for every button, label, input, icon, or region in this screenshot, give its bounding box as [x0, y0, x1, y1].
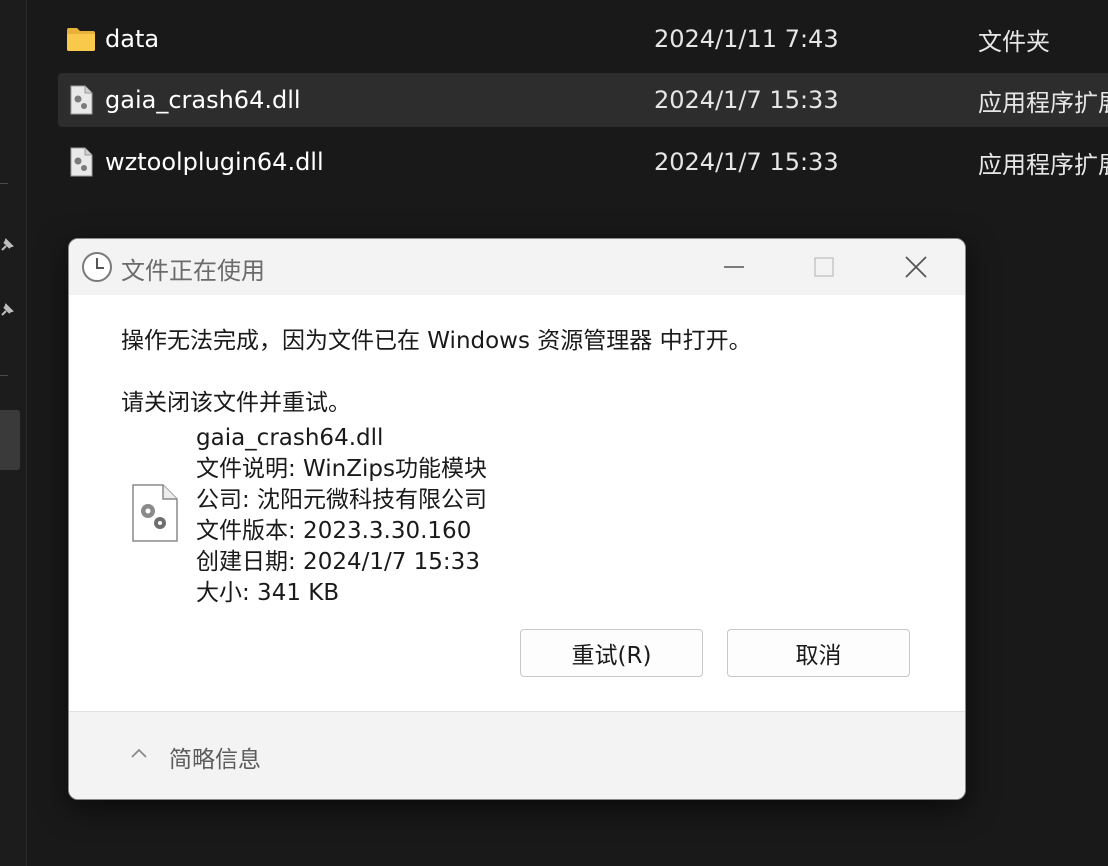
pin-icon[interactable] — [0, 303, 14, 317]
info-file-name: gaia_crash64.dll — [196, 425, 384, 451]
file-date: 2024/1/7 15:33 — [654, 148, 839, 176]
info-created: 创建日期: 2024/1/7 15:33 — [196, 549, 480, 575]
chevron-up-icon[interactable] — [129, 746, 149, 760]
file-type: 应用程序扩展 — [978, 88, 1108, 117]
file-name: wztoolplugin64.dll — [105, 148, 324, 176]
info-company: 公司: 沈阳元微科技有限公司 — [196, 487, 488, 513]
file-row-data[interactable]: data 2024/1/11 7:43 文件夹 — [58, 12, 1108, 66]
file-name: data — [105, 25, 160, 53]
dialog-footer: 简略信息 — [69, 711, 965, 799]
dialog-title: 文件正在使用 — [121, 257, 265, 285]
retry-button[interactable]: 重试(R) — [520, 629, 703, 677]
dll-file-icon — [70, 147, 93, 177]
file-type: 文件夹 — [978, 27, 1050, 56]
dialog-instruction: 请关闭该文件并重试。 — [121, 390, 351, 416]
file-row-gaia-crash64[interactable]: gaia_crash64.dll 2024/1/7 15:33 应用程序扩展 — [58, 73, 1108, 127]
maximize-button — [814, 257, 834, 277]
nav-divider — [0, 183, 8, 184]
fewer-details-toggle[interactable]: 简略信息 — [169, 740, 261, 774]
dialog-titlebar[interactable]: 文件正在使用 — [69, 239, 965, 295]
info-description: 文件说明: WinZips功能模块 — [196, 456, 487, 482]
folder-icon — [67, 28, 95, 51]
minimize-button[interactable] — [711, 247, 757, 287]
close-button[interactable] — [893, 247, 939, 287]
pin-icon[interactable] — [0, 238, 14, 252]
cancel-button[interactable]: 取消 — [727, 629, 910, 677]
info-version: 文件版本: 2023.3.30.160 — [196, 518, 472, 544]
file-date: 2024/1/11 7:43 — [654, 25, 839, 53]
dll-file-icon — [132, 484, 178, 542]
nav-divider — [0, 375, 8, 376]
file-name: gaia_crash64.dll — [105, 86, 301, 114]
nav-selected-item[interactable] — [0, 410, 20, 470]
info-size: 大小: 341 KB — [196, 580, 340, 606]
dll-file-icon — [70, 85, 93, 115]
dialog-message: 操作无法完成，因为文件已在 Windows 资源管理器 中打开。 — [121, 328, 752, 354]
file-date: 2024/1/7 15:33 — [654, 86, 839, 114]
file-in-use-dialog: 文件正在使用 操作无法完成，因为文件已在 Windows 资源管理器 中打开。 … — [68, 238, 966, 800]
clock-icon — [82, 252, 112, 282]
file-row-wztoolplugin64[interactable]: wztoolplugin64.dll 2024/1/7 15:33 应用程序扩展 — [58, 135, 1108, 189]
navigation-pane-edge — [0, 0, 27, 866]
file-type: 应用程序扩展 — [978, 150, 1108, 179]
